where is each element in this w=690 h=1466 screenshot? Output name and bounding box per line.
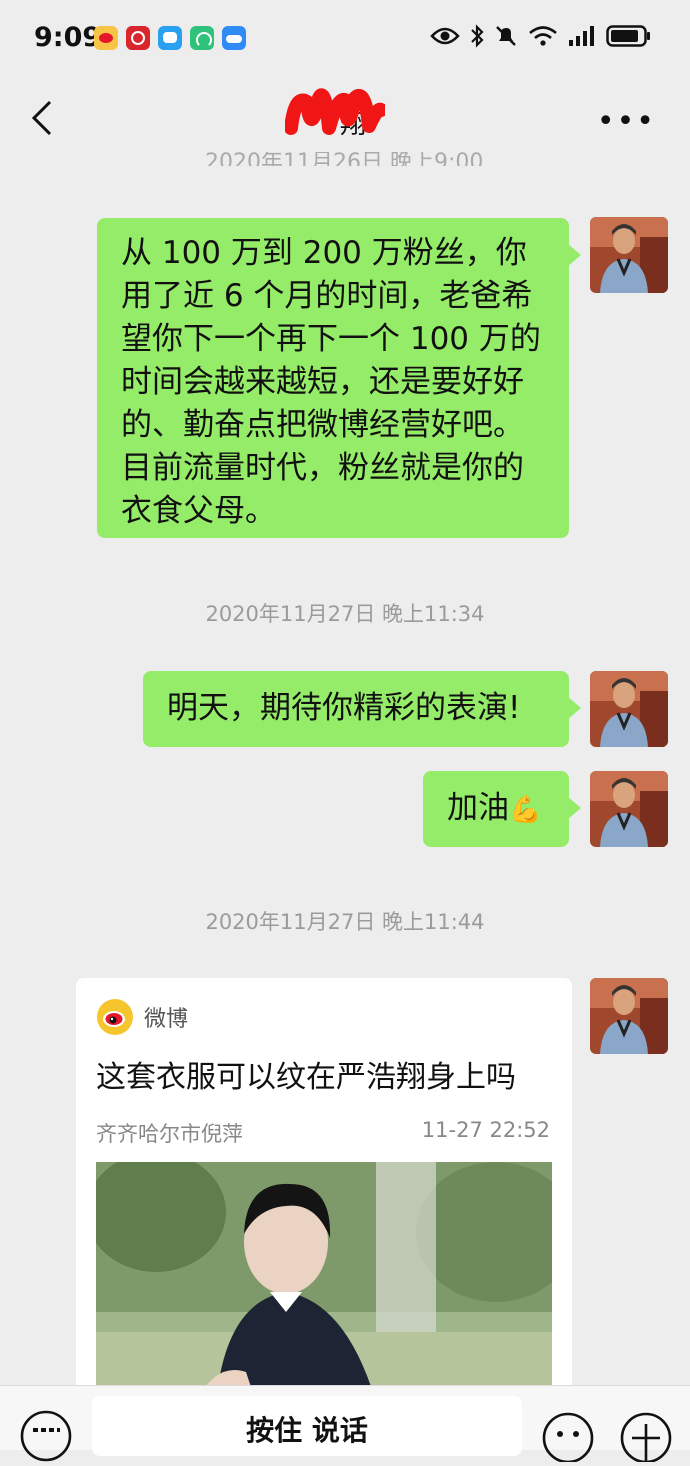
message-text: 明天，期待你精彩的表演! bbox=[167, 690, 521, 726]
emoji-icon[interactable] bbox=[540, 1410, 596, 1462]
hold-to-talk-button[interactable]: 按住 说话 bbox=[92, 1396, 522, 1456]
avatar-photo bbox=[590, 217, 668, 293]
weibo-notification-icon bbox=[94, 26, 118, 50]
avatar[interactable] bbox=[590, 771, 668, 847]
keyboard-icon[interactable] bbox=[20, 1410, 72, 1462]
status-bar: 9:09 bbox=[0, 0, 690, 80]
shared-weibo-card[interactable]: 微博 这套衣服可以纹在严浩翔身上吗 齐齐哈尔市倪萍 11-27 22:52 bbox=[76, 978, 572, 1398]
message-bubble[interactable]: 从 100 万到 200 万粉丝，你用了近 6 个月的时间，老爸希望你下一个再下… bbox=[97, 218, 581, 538]
weibo-logo-icon bbox=[97, 999, 133, 1035]
input-bar: 按住 说话 bbox=[0, 1385, 690, 1462]
message-text: 加油 bbox=[447, 790, 509, 826]
message-bubble[interactable]: 加油💪 bbox=[423, 771, 581, 847]
card-source: 微博 bbox=[144, 1007, 189, 1032]
wifi-share-notification-icon bbox=[190, 26, 214, 50]
mute-icon bbox=[496, 26, 516, 46]
cloud-notification-icon bbox=[222, 26, 246, 50]
card-date: 11-27 22:52 bbox=[421, 1118, 550, 1142]
more-button[interactable]: ••• bbox=[597, 104, 656, 139]
bluetooth-icon bbox=[471, 24, 484, 48]
message-text: 从 100 万到 200 万粉丝，你用了近 6 个月的时间，老爸希望你下一个再下… bbox=[121, 235, 541, 529]
avatar[interactable] bbox=[590, 671, 668, 747]
avatar[interactable] bbox=[590, 217, 668, 293]
wifi-icon bbox=[529, 26, 557, 46]
timestamp: 2020年11月27日 晚上11:44 bbox=[205, 910, 485, 934]
message-bubble[interactable]: 明天，期待你精彩的表演! bbox=[143, 671, 581, 747]
back-icon bbox=[31, 100, 52, 136]
eye-icon bbox=[430, 27, 460, 45]
message-notification-icon bbox=[158, 26, 182, 50]
back-button[interactable] bbox=[28, 98, 58, 138]
flexed-biceps-emoji: 💪 bbox=[509, 795, 542, 825]
status-time: 9:09 bbox=[34, 22, 102, 53]
card-header: 微博 bbox=[96, 998, 188, 1036]
chat-header: 翔 ••• bbox=[0, 80, 690, 156]
signal-icon bbox=[569, 26, 594, 46]
avatar-photo bbox=[590, 771, 668, 847]
redaction-scribble bbox=[285, 88, 385, 135]
avatar[interactable] bbox=[590, 978, 668, 1054]
notification-icons bbox=[94, 26, 246, 50]
more-icon: ••• bbox=[596, 104, 656, 139]
chat-title: 翔 bbox=[285, 88, 395, 148]
card-title: 这套衣服可以纹在严浩翔身上吗 bbox=[96, 1060, 516, 1095]
avatar-photo bbox=[590, 978, 668, 1054]
card-author: 齐齐哈尔市倪萍 bbox=[96, 1122, 243, 1146]
card-photo bbox=[96, 1162, 552, 1398]
system-icons bbox=[430, 24, 652, 48]
battery-icon bbox=[606, 25, 650, 47]
timestamp: 2020年11月27日 晚上11:34 bbox=[205, 602, 485, 626]
bank-notification-icon bbox=[126, 26, 150, 50]
plus-icon[interactable] bbox=[618, 1410, 674, 1462]
avatar-photo bbox=[590, 671, 668, 747]
